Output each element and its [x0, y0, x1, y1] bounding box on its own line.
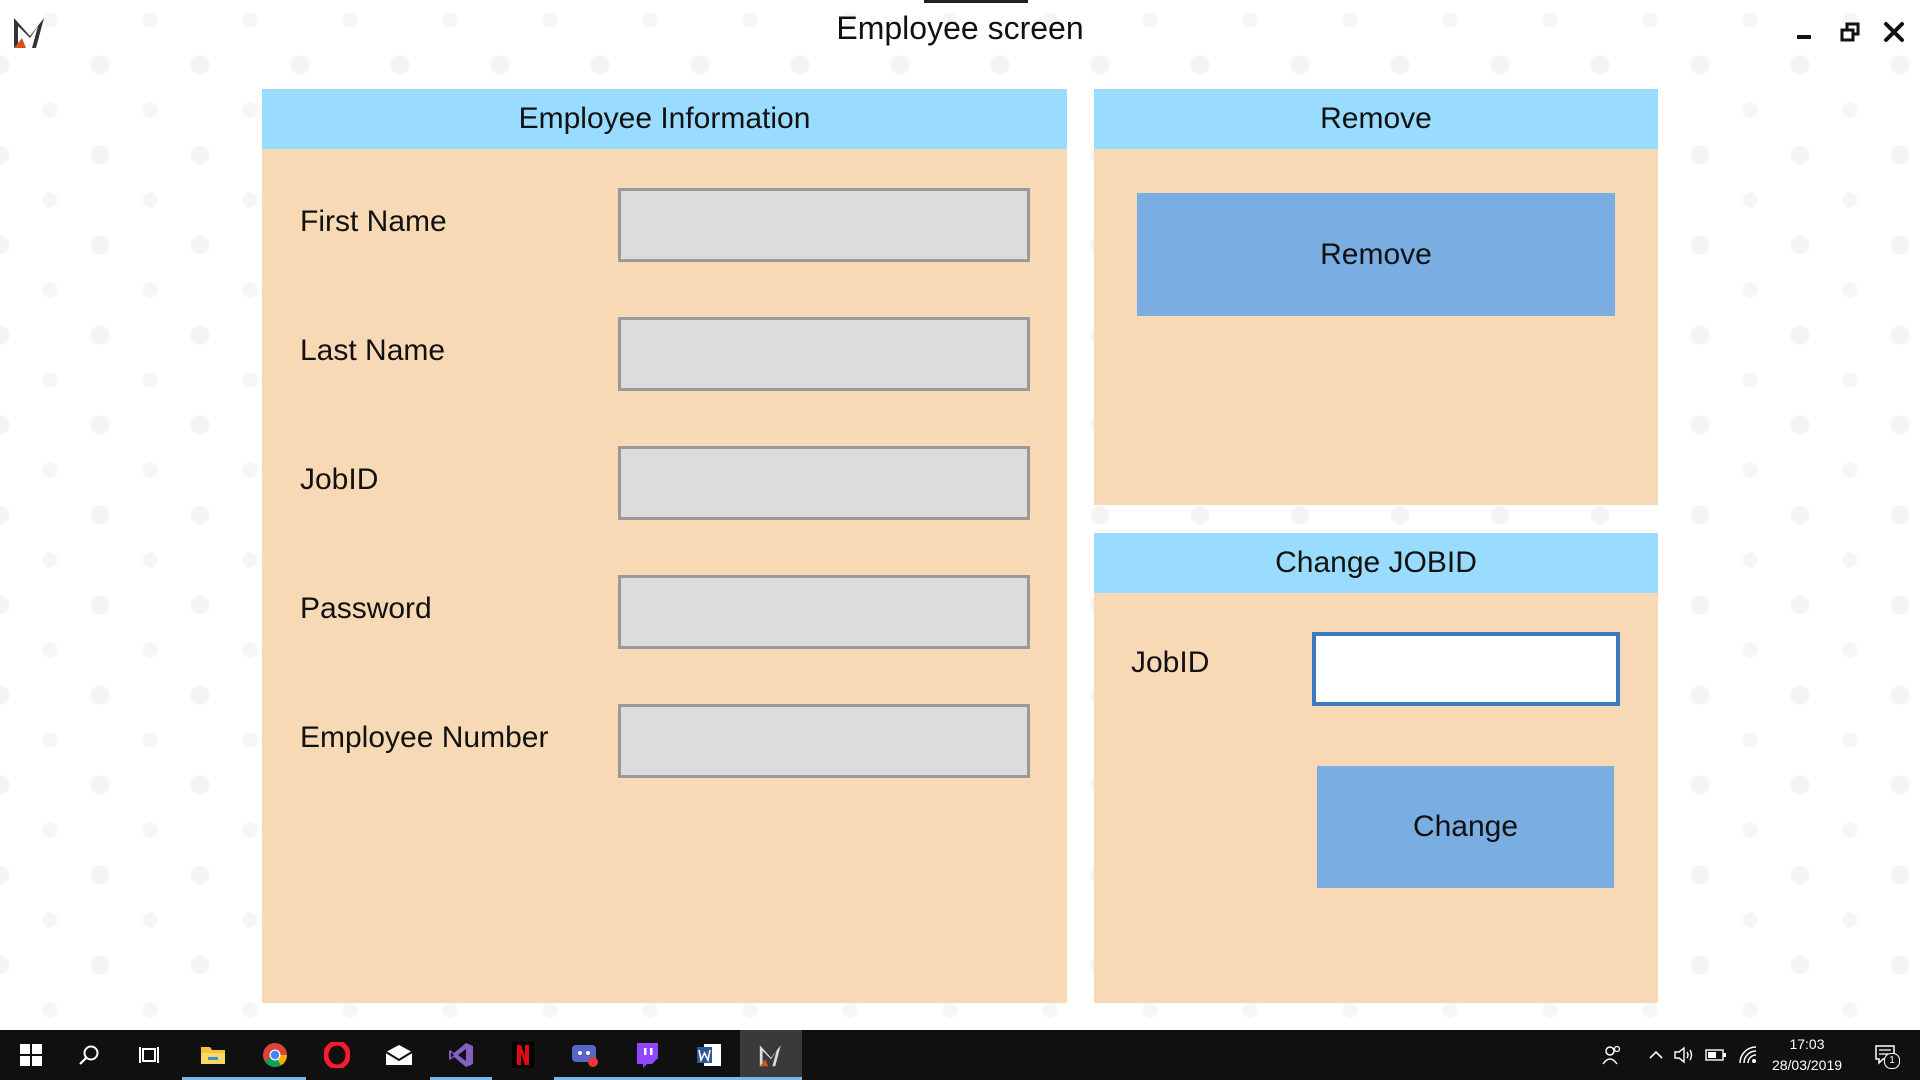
change-button[interactable]: Change: [1317, 766, 1614, 888]
minimize-button[interactable]: [1786, 14, 1822, 50]
chrome-icon: [263, 1043, 287, 1068]
opera-button[interactable]: [306, 1030, 368, 1080]
start-icon: [20, 1044, 42, 1066]
twitch-icon: [637, 1043, 658, 1068]
battery-button[interactable]: [1704, 1043, 1728, 1067]
change-jobid-header: Change JOBID: [1094, 533, 1658, 593]
title-bar: Employee screen: [0, 0, 1920, 62]
chevron-up-icon: [1649, 1050, 1663, 1059]
people-icon: [1602, 1045, 1621, 1065]
taskbar: 17:03 28/03/2019 1: [0, 1030, 1920, 1080]
app-logo-icon: [759, 1045, 781, 1067]
restore-button[interactable]: [1832, 14, 1868, 50]
employee-information-panel: Employee Information First Name Last Nam…: [262, 89, 1067, 1003]
password-input[interactable]: [621, 578, 1027, 646]
people-button[interactable]: [1600, 1043, 1624, 1067]
employee-information-header: Employee Information: [262, 89, 1067, 149]
file-explorer-button[interactable]: [182, 1030, 244, 1080]
close-button[interactable]: [1876, 14, 1912, 50]
action-center-button[interactable]: 1: [1868, 1043, 1904, 1069]
chrome-button[interactable]: [244, 1030, 306, 1080]
task-view-button[interactable]: [118, 1030, 180, 1080]
title-accent-bar: [924, 0, 1028, 3]
volume-button[interactable]: [1672, 1043, 1696, 1067]
netflix-button[interactable]: [492, 1030, 554, 1080]
wifi-button[interactable]: [1736, 1043, 1760, 1067]
clock-date: 28/03/2019: [1771, 1057, 1843, 1073]
remove-panel: Remove Remove: [1094, 89, 1658, 505]
app-button[interactable]: [554, 1030, 616, 1080]
wifi-icon: [1739, 1046, 1757, 1064]
employee-number-field[interactable]: [618, 704, 1030, 778]
battery-icon: [1705, 1049, 1726, 1061]
volume-icon: [1674, 1046, 1693, 1064]
employee-number-input[interactable]: [621, 707, 1027, 775]
word-button[interactable]: [678, 1030, 740, 1080]
last-name-input[interactable]: [621, 320, 1027, 388]
last-name-field[interactable]: [618, 317, 1030, 391]
window-title: Employee screen: [836, 10, 1084, 46]
mail-icon: [385, 1045, 413, 1065]
password-field[interactable]: [618, 575, 1030, 649]
jobid-label: JobID: [300, 463, 379, 496]
change-jobid-panel: Change JOBID JobID Change: [1094, 533, 1658, 1003]
visual-studio-button[interactable]: [430, 1030, 492, 1080]
opera-icon: [324, 1042, 350, 1068]
search-icon: [79, 1045, 99, 1065]
mail-button[interactable]: [368, 1030, 430, 1080]
first-name-label: First Name: [300, 205, 447, 238]
twitch-button[interactable]: [616, 1030, 678, 1080]
employee-number-label: Employee Number: [300, 721, 549, 754]
visual-studio-icon: [449, 1043, 473, 1067]
netflix-icon: [512, 1042, 534, 1068]
jobid-input[interactable]: [621, 449, 1027, 517]
last-name-label: Last Name: [300, 334, 446, 367]
word-icon: [697, 1044, 721, 1066]
show-hidden-icons-button[interactable]: [1644, 1043, 1668, 1067]
notification-count-badge: 1: [1884, 1053, 1900, 1069]
change-jobid-label: JobID: [1131, 646, 1210, 679]
remove-header: Remove: [1094, 89, 1658, 149]
app-icon: [572, 1045, 598, 1067]
clock-time: 17:03: [1789, 1036, 1825, 1052]
task-view-icon: [139, 1047, 159, 1063]
jobid-field[interactable]: [618, 446, 1030, 520]
remove-button[interactable]: Remove: [1137, 193, 1615, 316]
password-label: Password: [300, 592, 432, 625]
first-name-input[interactable]: [621, 191, 1027, 259]
first-name-field[interactable]: [618, 188, 1030, 262]
close-icon: [1884, 22, 1904, 42]
taskbar-clock[interactable]: 17:03 28/03/2019: [1762, 1034, 1852, 1076]
minimize-icon: [1797, 35, 1811, 39]
restore-icon: [1840, 22, 1860, 42]
file-explorer-icon: [201, 1047, 225, 1064]
search-button[interactable]: [58, 1030, 120, 1080]
start-button[interactable]: [0, 1030, 62, 1080]
app-logo-button[interactable]: [740, 1030, 802, 1080]
change-jobid-field[interactable]: [1312, 632, 1620, 706]
change-jobid-input[interactable]: [1316, 636, 1616, 702]
